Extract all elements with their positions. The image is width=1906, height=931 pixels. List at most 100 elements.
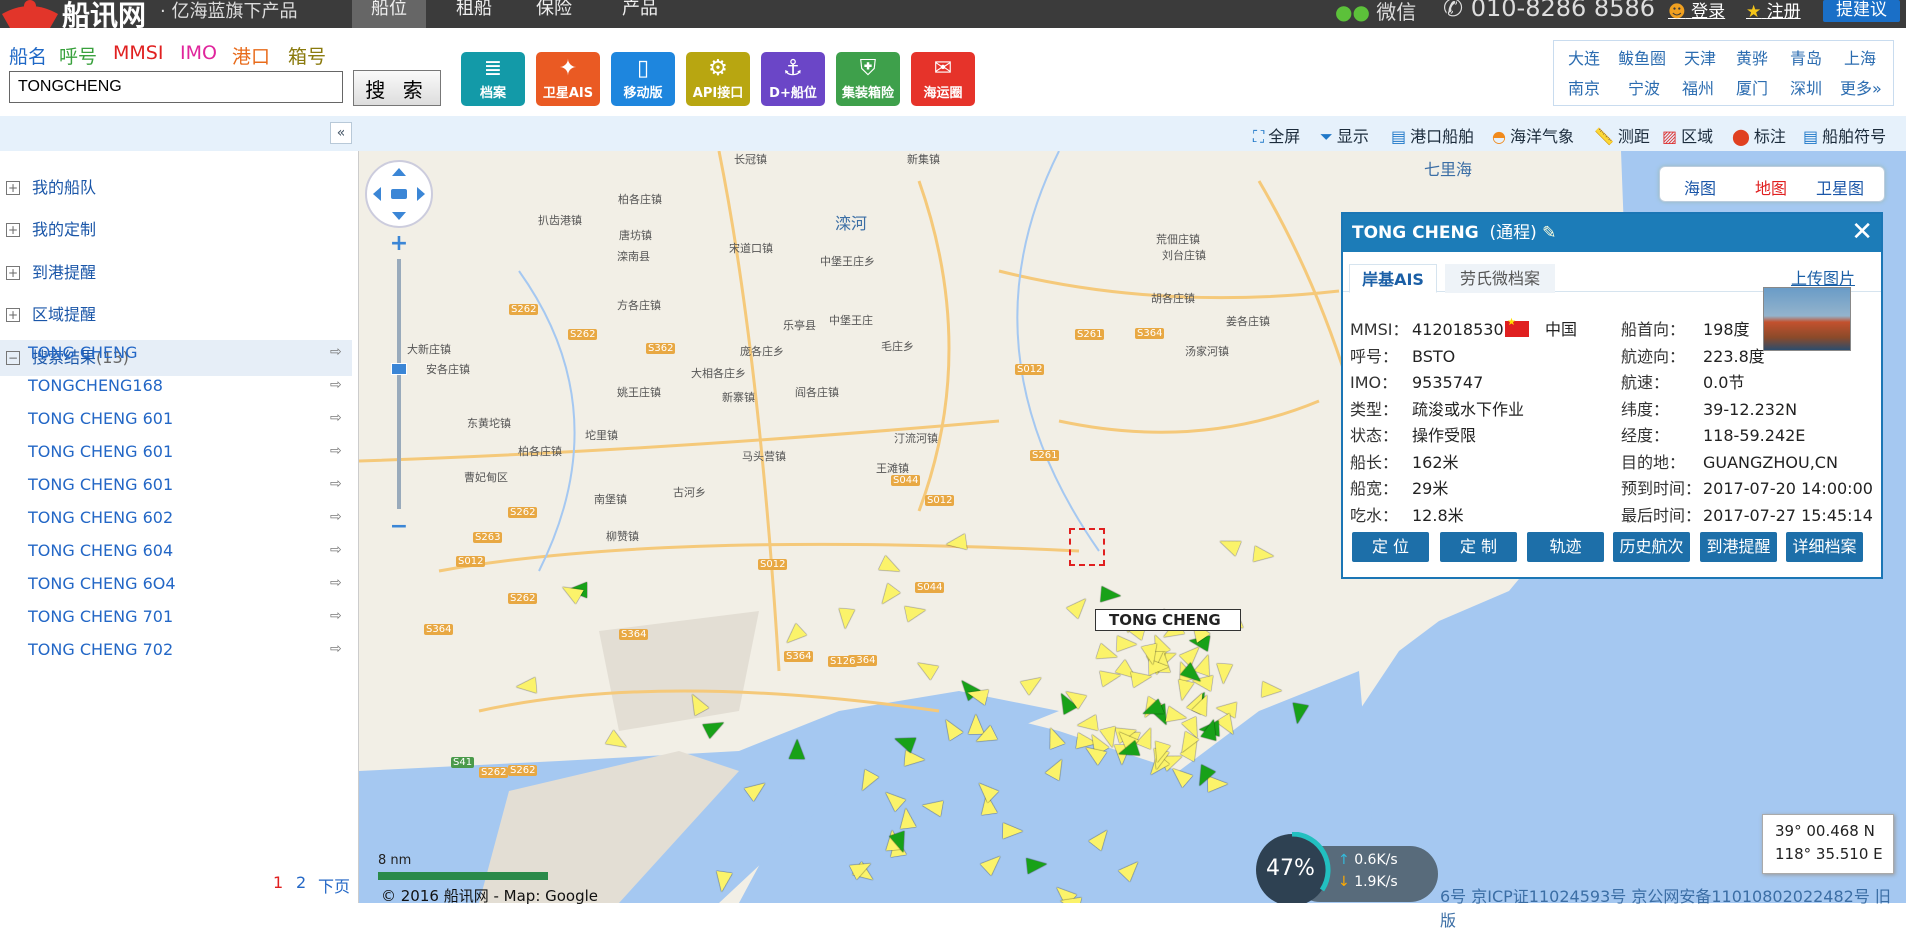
suggest-button[interactable]: 提建议 [1823,0,1900,22]
icp-footer[interactable]: 6号 京ICP证11024593号 京公网安备11010802022482号 旧… [1440,883,1906,931]
zoom-slider-track[interactable] [397,259,401,509]
nav-charter[interactable]: 租船 [452,0,496,28]
close-icon[interactable]: ✕ [1851,214,1873,250]
map-type-chart[interactable]: 海图 [1684,175,1716,199]
search-button[interactable]: 搜 索 [353,70,441,106]
locate-ship-icon[interactable]: ⇨ [330,476,342,492]
ship-marker[interactable] [921,797,944,817]
locate-ship-icon[interactable]: ⇨ [330,344,342,360]
toolbar-display[interactable]: ⏷ 显示 [1320,123,1369,147]
info-action-button[interactable]: 定 位 [1352,532,1429,562]
city-link[interactable]: 南京 [1568,75,1600,99]
toolbar-ship-symbol[interactable]: ▤ 船舶符号 [1803,123,1886,147]
pan-control[interactable] [361,158,436,230]
ship-marker[interactable] [897,806,916,829]
nav-insurance[interactable]: 保险 [532,0,576,28]
toolbar-fullscreen[interactable]: ⛶ 全屏 [1253,123,1300,147]
toolbar-port-ships[interactable]: ▤ 港口船舶 [1391,123,1474,147]
tool-dplus-button[interactable]: ⚓ D+船位 [761,52,825,106]
login-link[interactable]: ☻ 登录 [1668,0,1725,22]
search-type-callsign[interactable]: 呼号 [59,42,97,69]
locate-ship-icon[interactable]: ⇨ [330,410,342,426]
map-type-map[interactable]: 地图 [1755,175,1787,199]
city-link[interactable]: 深圳 [1790,75,1822,99]
page-1-link[interactable]: 1 [273,873,283,892]
edit-icon[interactable]: ✎ [1542,223,1556,243]
collapse-sidebar-button[interactable]: « [330,122,352,144]
locate-ship-icon[interactable]: ⇨ [330,608,342,624]
ship-marker[interactable] [945,533,968,553]
result-item[interactable]: TONG CHENG 601 [28,475,173,494]
nav-ship-position[interactable]: 船位 [352,0,426,28]
city-link[interactable]: 鲅鱼圈 [1618,45,1666,69]
next-page-link[interactable]: 下页 [318,873,350,897]
ship-marker[interactable] [1002,822,1023,840]
register-link[interactable]: ★ 注册 [1746,0,1801,22]
toolbar-ocean-weather[interactable]: ◓ 海洋气象 [1492,123,1574,147]
result-item[interactable]: TONG CHENG 701 [28,607,173,626]
ship-marker[interactable] [1261,681,1283,699]
search-type-mmsi[interactable]: MMSI [113,42,163,64]
result-item[interactable]: TONGCHENG168 [28,376,163,395]
ship-marker[interactable] [1026,855,1049,874]
result-item[interactable]: TONG CHENG 6O4 [28,574,176,593]
result-item[interactable]: TONG CHENG 702 [28,640,173,659]
result-item[interactable]: TONG CHENG 604 [28,541,173,560]
nav-products[interactable]: 产品 [618,0,662,28]
city-link[interactable]: 天津 [1684,45,1716,69]
locate-ship-icon[interactable]: ⇨ [330,542,342,558]
city-link[interactable]: 黄骅 [1736,45,1768,69]
ship-marker[interactable] [1253,545,1275,565]
info-action-button[interactable]: 轨迹 [1527,532,1604,562]
ship-marker[interactable] [837,608,855,630]
zoom-in-icon[interactable]: + [389,233,409,255]
search-type-name[interactable]: 船名 [9,42,47,69]
selected-ship-marker[interactable] [1069,528,1105,566]
city-link[interactable]: 福州 [1682,75,1714,99]
result-item[interactable]: TONG CHENG [28,343,138,362]
page-2-link[interactable]: 2 [296,873,306,892]
ship-marker[interactable] [1076,714,1099,734]
map-type-satellite[interactable]: 卫星图 [1816,175,1864,199]
ship-marker[interactable] [904,750,926,769]
result-item[interactable]: TONG CHENG 601 [28,409,173,428]
ship-photo[interactable] [1763,287,1851,351]
ship-marker[interactable] [515,677,537,696]
ship-marker[interactable] [1117,635,1138,653]
search-type-imo[interactable]: IMO [180,42,217,64]
city-link[interactable]: 宁波 [1628,75,1660,99]
tool-container-insurance-button[interactable]: ⛨ 集装箱险 [836,52,900,106]
info-action-button[interactable]: 详细档案 [1786,532,1863,562]
search-type-port[interactable]: 港口 [232,42,270,69]
tool-satellite-ais-button[interactable]: ✦ 卫星AIS [536,52,600,106]
zoom-slider-handle[interactable] [391,363,407,375]
ship-marker[interactable] [789,739,806,760]
tool-archive-button[interactable]: ≣ 档案 [461,52,525,106]
tool-mobile-button[interactable]: ▯ 移动版 [611,52,675,106]
toolbar-measure[interactable]: 📏 测距 [1594,123,1650,147]
tree-my-fleet[interactable]: + 我的船队 [0,170,352,206]
locate-ship-icon[interactable]: ⇨ [330,575,342,591]
locate-ship-icon[interactable]: ⇨ [330,377,342,393]
ship-marker[interactable] [1100,585,1123,604]
info-action-button[interactable]: 到港提醒 [1700,532,1777,562]
locate-ship-icon[interactable]: ⇨ [330,509,342,525]
tree-arrival-alert[interactable]: + 到港提醒 [0,255,352,291]
toolbar-mark[interactable]: ⬤ 标注 [1732,123,1786,147]
zoom-control[interactable]: + − [387,233,411,545]
city-link[interactable]: 青岛 [1790,45,1822,69]
city-link[interactable]: 厦门 [1736,75,1768,99]
tool-api-button[interactable]: ⚙ API接口 [686,52,750,106]
search-type-container[interactable]: 箱号 [288,42,326,69]
tool-shipping-circle-button[interactable]: ✉ 海运圈 [911,52,975,106]
locate-ship-icon[interactable]: ⇨ [330,641,342,657]
search-input[interactable] [9,71,343,103]
ship-marker[interactable] [713,870,733,893]
tab-lloyds[interactable]: 劳氏微档案 [1445,264,1555,293]
zoom-out-icon[interactable]: − [389,516,409,538]
ship-marker[interactable] [1099,666,1122,687]
result-item[interactable]: TONG CHENG 601 [28,442,173,461]
info-action-button[interactable]: 历史航次 [1613,532,1690,562]
tree-area-alert[interactable]: + 区域提醒 [0,297,352,333]
city-link[interactable]: 上海 [1844,45,1876,69]
